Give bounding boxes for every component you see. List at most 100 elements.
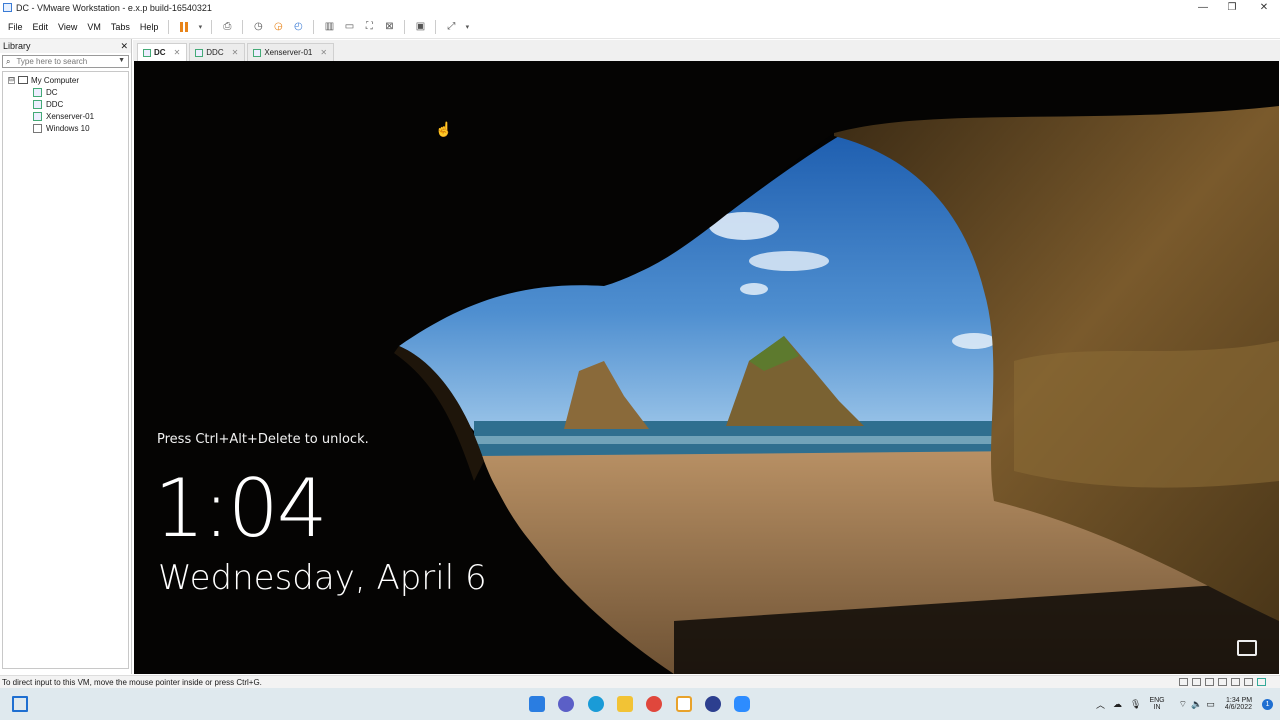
wifi-icon[interactable]: ⌔ — [1179, 699, 1187, 710]
tab-xenserver-01[interactable]: Xenserver-01 ✕ — [247, 43, 335, 61]
stretch-guest-icon[interactable]: ⤢ — [443, 19, 459, 35]
usb-icon[interactable] — [1218, 678, 1227, 686]
battery-icon[interactable]: ▭ — [1206, 699, 1215, 710]
lockscreen-unlock-hint: Press Ctrl+Alt+Delete to unlock. — [157, 432, 369, 447]
tab-label: DDC — [206, 48, 224, 57]
edge-browser-icon[interactable] — [588, 696, 604, 712]
close-library-icon[interactable]: ✕ — [120, 41, 128, 52]
sound-icon[interactable] — [1231, 678, 1240, 686]
tree-item-my-computer[interactable]: ⊟ My Computer — [3, 74, 128, 86]
snapshot-manager-icon[interactable]: ◴ — [290, 19, 306, 35]
close-window-button[interactable]: ✕ — [1248, 0, 1280, 15]
microphone-icon[interactable]: 🎙 — [1130, 699, 1141, 710]
vm-off-icon — [33, 123, 42, 133]
vmware-workstation-icon[interactable] — [676, 696, 692, 712]
vm-console[interactable]: ☝ Press Ctrl+Alt+Delete to unlock. 1:04 … — [134, 61, 1279, 674]
library-panel: Library ✕ ⌕ Type here to search ▼ ⊟ My C… — [0, 39, 132, 674]
zoom-icon[interactable] — [734, 696, 750, 712]
menu-vm[interactable]: VM — [82, 22, 106, 32]
show-library-icon[interactable]: ▥ — [321, 19, 337, 35]
region-label: IN — [1153, 704, 1161, 711]
chevron-down-icon[interactable]: ▼ — [118, 57, 125, 64]
chevron-up-icon[interactable]: ︿ — [1096, 698, 1105, 711]
start-button-icon[interactable] — [529, 696, 545, 712]
title-bar: DC - VMware Workstation - e.x.p build-16… — [0, 0, 1280, 15]
restore-button[interactable]: ❐ — [1216, 0, 1248, 15]
vmware-app-icon — [3, 3, 12, 12]
tree-item-xenserver-01[interactable]: Xenserver-01 — [3, 110, 128, 122]
mouse-pointer-icon: ☝ — [435, 121, 453, 137]
menu-view[interactable]: View — [53, 22, 82, 32]
lockscreen-time: 1:04 — [154, 462, 328, 555]
close-tab-icon[interactable]: ✕ — [174, 48, 181, 57]
vm-tab-icon — [195, 48, 204, 57]
minimize-button[interactable]: — — [1187, 0, 1219, 15]
console-view-icon[interactable]: ▣ — [412, 19, 428, 35]
search-placeholder: Type here to search — [16, 57, 88, 66]
clock-date: 4/6/2022 — [1224, 704, 1253, 711]
close-tab-icon[interactable]: ✕ — [320, 48, 327, 57]
clock-time: 1:34 PM — [1226, 697, 1253, 704]
teams-chat-icon[interactable] — [558, 696, 574, 712]
hard-disk-icon[interactable] — [1179, 678, 1188, 686]
message-icon[interactable] — [1257, 678, 1266, 686]
library-search-input[interactable]: ⌕ Type here to search ▼ — [2, 55, 129, 68]
unity-icon[interactable]: ⊠ — [381, 19, 397, 35]
tree-item-dc[interactable]: DC — [3, 86, 128, 98]
toolbar-separator — [168, 19, 170, 34]
cd-drive-icon[interactable] — [1192, 678, 1201, 686]
file-explorer-icon[interactable] — [617, 696, 633, 712]
tab-dc[interactable]: DC ✕ — [137, 43, 188, 61]
send-ctrl-alt-del-icon[interactable]: ⎙ — [219, 19, 235, 35]
toolbar-separator — [211, 19, 213, 34]
menu-edit[interactable]: Edit — [28, 22, 54, 32]
tab-label: DC — [154, 48, 166, 57]
menu-file[interactable]: File — [3, 22, 28, 32]
toolbar-separator — [404, 19, 406, 34]
toolbar-separator — [313, 19, 315, 34]
vm-running-icon — [33, 99, 42, 109]
chrome-browser-icon[interactable] — [646, 696, 662, 712]
revert-snapshot-icon[interactable]: ◶ — [270, 19, 286, 35]
tree-item-ddc[interactable]: DDC — [3, 98, 128, 110]
snapshot-icon[interactable]: ◷ — [250, 19, 266, 35]
tree-item-windows-10[interactable]: Windows 10 — [3, 122, 128, 134]
input-language-indicator[interactable]: ENG IN — [1149, 697, 1164, 711]
library-header: Library ✕ — [0, 39, 131, 53]
library-tree: ⊟ My Computer DC DDC Xenserver-01 Window… — [2, 71, 129, 669]
vm-running-icon — [33, 111, 42, 121]
tree-item-label: DDC — [46, 99, 64, 109]
close-tab-icon[interactable]: ✕ — [232, 48, 239, 57]
full-screen-icon[interactable]: ⛶ — [361, 19, 377, 35]
tab-ddc[interactable]: DDC ✕ — [189, 43, 246, 61]
language-label: ENG — [1149, 697, 1165, 704]
dropdown-icon[interactable]: ▾ — [196, 19, 204, 35]
network-adapter-icon[interactable] — [1205, 678, 1214, 686]
library-title: Library — [3, 41, 31, 51]
window-title: DC - VMware Workstation - e.x.p build-16… — [16, 2, 212, 13]
x-app-icon[interactable] — [705, 696, 721, 712]
lockscreen-date: Wednesday, April 6 — [158, 558, 487, 598]
tab-label: Xenserver-01 — [264, 48, 313, 57]
pause-icon[interactable] — [176, 19, 192, 35]
device-icons — [1179, 678, 1266, 686]
thumbnail-bar-icon[interactable]: ▭ — [341, 19, 357, 35]
task-view-icon[interactable] — [12, 696, 28, 712]
notification-badge[interactable]: 1 — [1262, 698, 1274, 710]
tree-item-label: Xenserver-01 — [46, 111, 95, 121]
host-taskbar: ︿ ☁ 🎙 ENG IN ⌔ 🔈 ▭ 1:34 PM 4/6/2022 1 — [0, 688, 1280, 720]
collapse-icon[interactable]: ⊟ — [8, 76, 15, 84]
dropdown-icon[interactable]: ▾ — [463, 19, 471, 35]
vm-running-icon — [33, 87, 42, 97]
tree-item-label: My Computer — [31, 75, 80, 85]
onedrive-icon[interactable]: ☁ — [1113, 699, 1122, 710]
taskbar-clock[interactable]: 1:34 PM 4/6/2022 — [1225, 697, 1252, 711]
menu-tabs[interactable]: Tabs — [106, 22, 135, 32]
menu-help[interactable]: Help — [135, 22, 164, 32]
display-icon[interactable] — [1244, 678, 1253, 686]
volume-icon[interactable]: 🔈 — [1191, 699, 1202, 710]
network-status-icon[interactable] — [1237, 640, 1257, 656]
status-hint: To direct input to this VM, move the mou… — [2, 677, 262, 687]
status-bar: To direct input to this VM, move the mou… — [0, 675, 1280, 688]
computer-icon — [18, 76, 28, 84]
